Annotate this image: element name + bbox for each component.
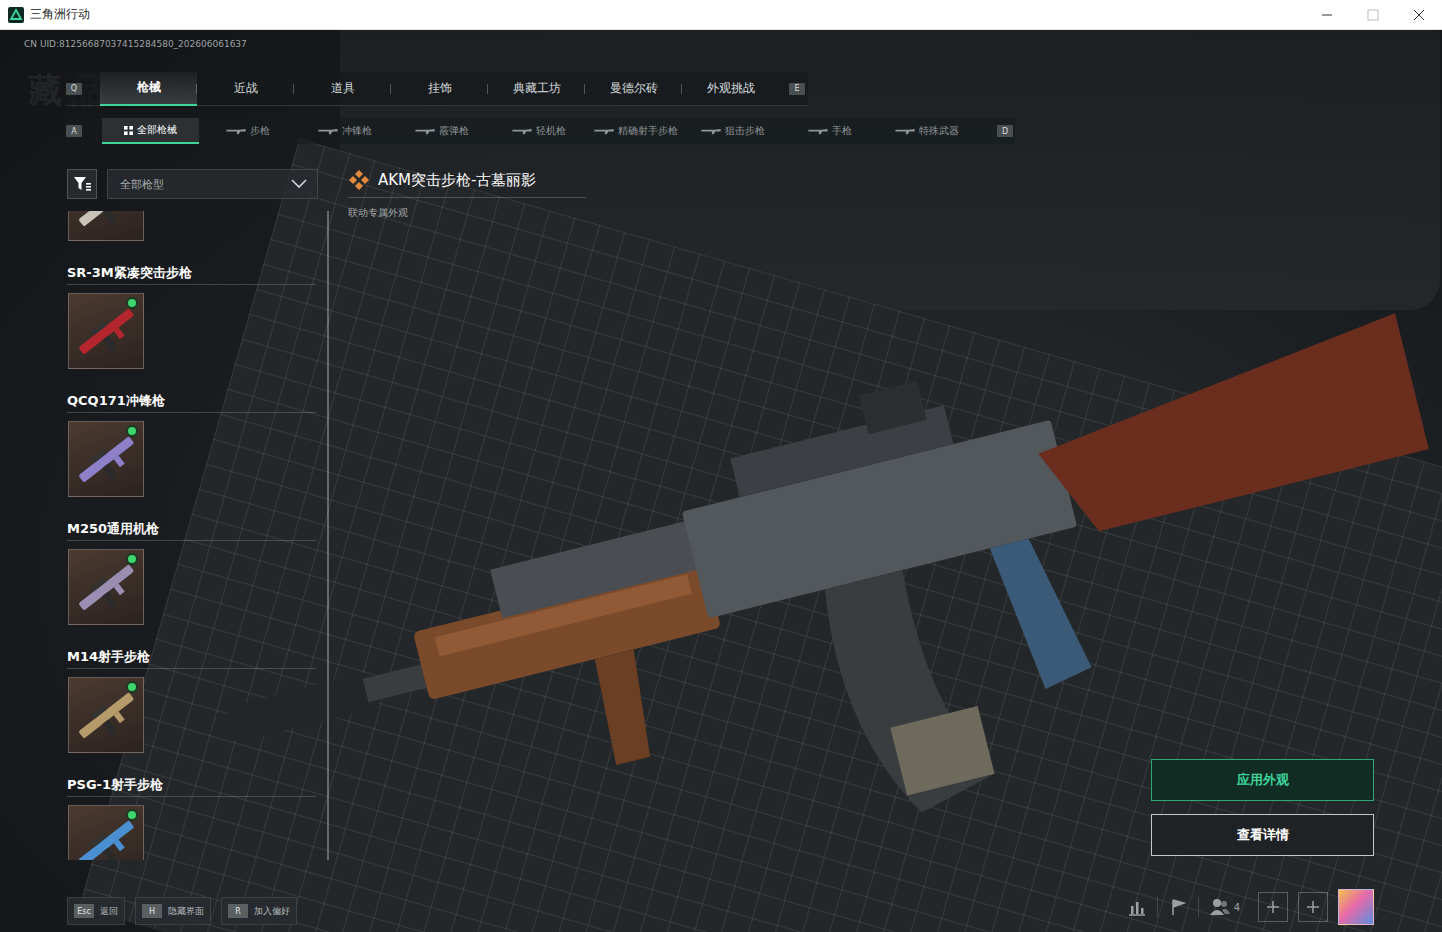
weapon-thumbnail[interactable] xyxy=(68,211,144,241)
sub-tab[interactable]: 步枪 xyxy=(199,118,296,144)
action-button[interactable]: 应用外观 xyxy=(1151,759,1374,801)
prev-subtab-key[interactable]: A xyxy=(66,125,82,137)
gun-type-icon xyxy=(318,128,338,135)
gun-type-icon xyxy=(226,128,246,135)
main-tab[interactable]: 近战 xyxy=(197,72,294,106)
invite-slot[interactable] xyxy=(1258,892,1288,922)
sub-tab[interactable]: 轻机枪 xyxy=(490,118,587,144)
plus-icon xyxy=(1306,900,1320,914)
party-count[interactable]: 4 xyxy=(1209,897,1240,917)
sub-tab[interactable]: 狙击步枪 xyxy=(684,118,781,144)
prev-tab-key[interactable]: Q xyxy=(66,83,82,95)
weapon-name: M250通用机枪 xyxy=(67,515,316,541)
chevron-down-icon xyxy=(291,179,307,189)
friends-icon xyxy=(1209,897,1231,917)
new-indicator xyxy=(128,811,136,819)
key-hint[interactable]: H 隐藏界面 xyxy=(135,897,211,925)
skin-title: AKM突击步枪-古墓丽影 xyxy=(348,169,586,198)
plus-icon xyxy=(1266,900,1280,914)
sub-tab[interactable]: 霰弹枪 xyxy=(393,118,490,144)
new-indicator xyxy=(128,299,136,307)
weapon-item[interactable]: M250通用机枪 xyxy=(67,515,316,625)
weapon-item[interactable]: PSG-1射手步枪 xyxy=(67,771,316,860)
invite-slot[interactable] xyxy=(1298,892,1328,922)
weapon-thumbnail[interactable] xyxy=(68,677,144,753)
weapon-thumbnail[interactable] xyxy=(68,293,144,369)
weapon-thumbnail[interactable] xyxy=(68,805,144,860)
gun-type-icon xyxy=(895,128,915,135)
gun-type-icon xyxy=(808,128,828,135)
next-tab-key[interactable]: E xyxy=(789,83,805,95)
sub-tab[interactable]: 精确射手步枪 xyxy=(587,118,684,144)
rarity-diamond-icon xyxy=(348,169,370,191)
title-bar: 三角洲行动 xyxy=(0,0,1442,30)
main-tab[interactable]: 道具 xyxy=(294,72,391,106)
sub-tab[interactable]: 手枪 xyxy=(781,118,878,144)
gun-type-icon xyxy=(512,128,532,135)
minimize-icon[interactable] xyxy=(1304,0,1350,30)
weapon-name: QCQ171冲锋枪 xyxy=(67,387,316,413)
flag-icon[interactable] xyxy=(1168,897,1188,917)
weapon-name: M14射手步枪 xyxy=(67,643,316,669)
grid-icon xyxy=(124,126,133,135)
akm-rifle-render xyxy=(200,310,1440,830)
main-tab[interactable]: 枪械 xyxy=(100,72,197,106)
window-title: 三角洲行动 xyxy=(30,6,90,23)
weapon-item[interactable]: QCQ171冲锋枪 xyxy=(67,387,316,497)
gun-type-icon xyxy=(701,128,721,135)
weapon-name: PSG-1射手步枪 xyxy=(67,771,316,797)
weapon-skin-icon xyxy=(68,211,144,241)
main-tab[interactable]: 外观挑战 xyxy=(682,72,779,106)
action-button[interactable]: 查看详情 xyxy=(1151,814,1374,856)
gun-type-icon xyxy=(594,128,614,135)
gun-type-icon xyxy=(415,128,435,135)
main-tab[interactable]: 曼德尔砖 xyxy=(585,72,682,106)
sub-tab[interactable]: 冲锋枪 xyxy=(296,118,393,144)
close-icon[interactable] xyxy=(1396,0,1442,30)
bottom-bar: Esc 返回 H 隐藏界面 R 加入偏好 4 xyxy=(0,860,1442,932)
new-indicator xyxy=(128,683,136,691)
main-tab[interactable]: 挂饰 xyxy=(391,72,488,106)
weapon-item[interactable]: SR-3M紧凑突击步枪 xyxy=(67,259,316,369)
weapon-item[interactable]: M14射手步枪 xyxy=(67,643,316,753)
key-hint[interactable]: Esc 返回 xyxy=(67,897,125,925)
sub-tab-bar: A 全部枪械 步枪 冲锋枪 霰弹枪 轻机枪 精确射手步枪 狙击步枪 手枪 特殊武… xyxy=(66,118,1015,144)
weapon-name: SR-3M紧凑突击步枪 xyxy=(67,259,316,285)
weapon-thumbnail[interactable] xyxy=(68,549,144,625)
new-indicator xyxy=(128,427,136,435)
game-stage: 藏品 CN UID:81256687037415284580_202606061… xyxy=(0,30,1442,932)
uid-label: CN UID:81256687037415284580_202606061637 xyxy=(0,30,1442,50)
new-indicator xyxy=(128,555,136,563)
stats-icon[interactable] xyxy=(1127,897,1147,917)
sub-tab[interactable]: 全部枪械 xyxy=(102,118,199,144)
skin-subtitle: 联动专属外观 xyxy=(348,206,1442,220)
main-tab-bar: Q 枪械近战道具挂饰典藏工坊曼德尔砖外观挑战 E xyxy=(66,72,808,106)
weapon-type-dropdown[interactable]: 全部枪型 xyxy=(107,169,318,199)
weapon-thumbnail[interactable] xyxy=(68,421,144,497)
sub-tab[interactable]: 特殊武器 xyxy=(878,118,975,144)
weapon-item[interactable] xyxy=(67,211,316,241)
weapon-list: SR-3M紧凑突击步枪 QCQ171冲锋枪 M250通用机枪 M14射手步枪 P… xyxy=(67,211,329,860)
filter-icon xyxy=(72,174,92,194)
game-window: 三角洲行动 藏品 CN UID:81256687037415284580_202… xyxy=(0,0,1442,932)
maximize-icon[interactable] xyxy=(1350,0,1396,30)
key-hint[interactable]: R 加入偏好 xyxy=(221,897,297,925)
main-tab[interactable]: 典藏工坊 xyxy=(488,72,585,106)
filter-button[interactable] xyxy=(67,169,97,199)
app-logo-icon xyxy=(8,7,24,23)
next-subtab-key[interactable]: D xyxy=(997,125,1013,137)
player-avatar[interactable] xyxy=(1338,889,1374,925)
